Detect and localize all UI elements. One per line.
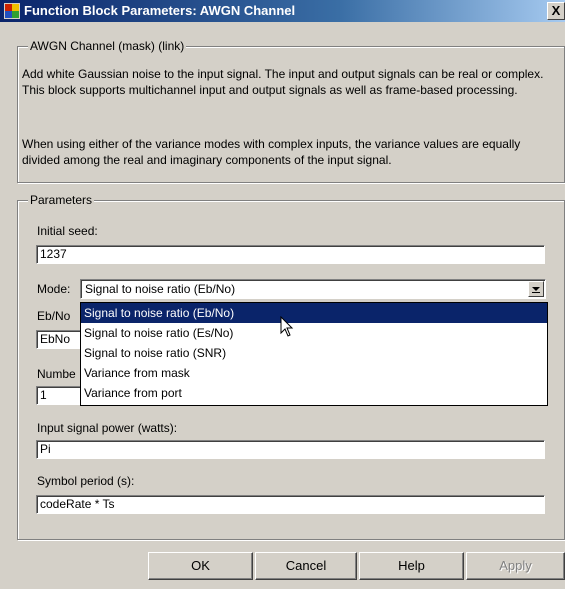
mode-option[interactable]: Variance from mask (81, 363, 547, 383)
symbol-period-label: Symbol period (s): (37, 474, 135, 488)
mode-select[interactable]: Signal to noise ratio (Eb/No) (80, 279, 546, 299)
number-label: Numbe (37, 367, 76, 381)
simulink-block-icon (4, 3, 20, 19)
window-title: Function Block Parameters: AWGN Channel (24, 3, 296, 18)
apply-button[interactable]: Apply (466, 552, 565, 580)
title-bar: Function Block Parameters: AWGN Channel … (0, 0, 565, 22)
initial-seed-label: Initial seed: (37, 224, 98, 238)
mode-option[interactable]: Signal to noise ratio (SNR) (81, 343, 547, 363)
dropdown-arrow-icon[interactable] (528, 281, 544, 297)
ebno-label: Eb/No (37, 309, 71, 323)
cancel-button[interactable]: Cancel (255, 552, 357, 580)
input-power-label: Input signal power (watts): (37, 421, 178, 435)
description-paragraph-2: When using either of the variance modes … (22, 137, 521, 167)
parameters-legend: Parameters (28, 193, 95, 207)
close-button[interactable]: X (547, 2, 565, 20)
mode-option[interactable]: Variance from port (81, 383, 547, 403)
ok-button[interactable]: OK (148, 552, 253, 580)
input-power-input[interactable]: Pi (36, 440, 545, 459)
mode-option[interactable]: Signal to noise ratio (Es/No) (81, 323, 547, 343)
help-button[interactable]: Help (359, 552, 464, 580)
mode-option[interactable]: Signal to noise ratio (Eb/No) (81, 303, 547, 323)
description-paragraph-1: Add white Gaussian noise to the input si… (22, 67, 544, 97)
mode-dropdown-list: Signal to noise ratio (Eb/No) Signal to … (80, 302, 548, 406)
mode-label: Mode: (37, 282, 71, 296)
description-legend: AWGN Channel (mask) (link) (28, 39, 187, 53)
mode-selected-value: Signal to noise ratio (Eb/No) (85, 282, 236, 296)
symbol-period-input[interactable]: codeRate * Ts (36, 495, 545, 514)
mouse-pointer-icon (280, 316, 294, 337)
initial-seed-input[interactable]: 1237 (36, 245, 545, 264)
